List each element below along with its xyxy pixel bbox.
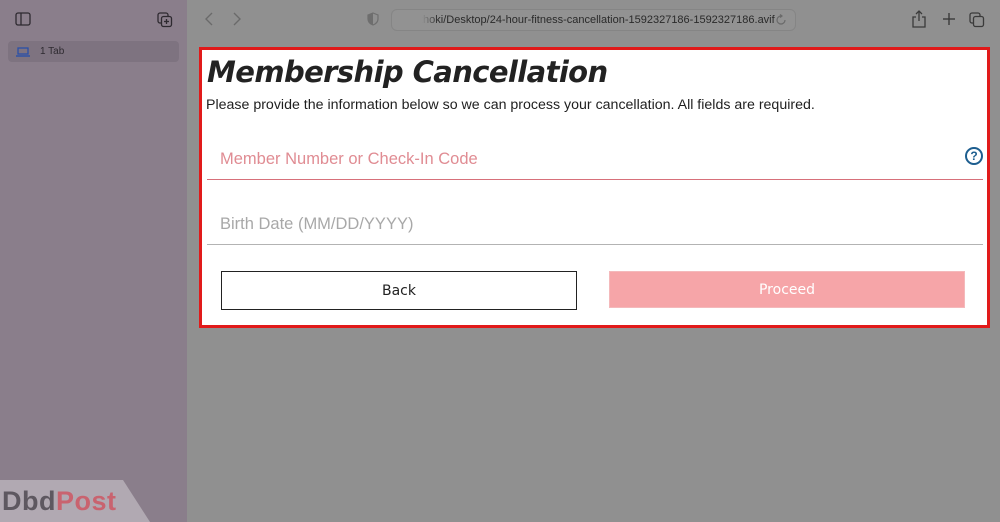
shield-icon[interactable]	[367, 12, 379, 26]
member-number-input[interactable]	[207, 145, 947, 173]
browser-sidebar: 1 Tab Dbd Post	[0, 0, 187, 522]
tabs-overview-icon[interactable]	[969, 10, 985, 28]
reload-icon[interactable]	[775, 14, 787, 26]
url-text: thoki/Desktop/24-hour-fitness-cancellati…	[420, 14, 775, 26]
member-number-field: ?	[207, 135, 983, 180]
cancellation-form-panel: Membership Cancellation Please provide t…	[199, 47, 990, 328]
new-tab-group-icon[interactable]	[157, 12, 173, 28]
watermark-text-post: Post	[55, 485, 117, 516]
watermark-logo: Dbd Post	[0, 480, 150, 522]
browser-toolbar: thoki/Desktop/24-hour-fitness-cancellati…	[187, 0, 1000, 40]
back-icon[interactable]	[204, 12, 214, 26]
birth-date-input[interactable]	[207, 210, 947, 238]
tab-group-label: 1 Tab	[40, 46, 65, 57]
address-bar[interactable]: thoki/Desktop/24-hour-fitness-cancellati…	[391, 9, 796, 31]
form-instructions: Please provide the information below so …	[206, 97, 815, 113]
sidebar-tab-group[interactable]: 1 Tab	[8, 41, 179, 62]
proceed-button[interactable]: Proceed	[609, 271, 965, 308]
help-icon[interactable]: ?	[965, 147, 983, 165]
share-icon[interactable]	[911, 10, 927, 28]
page-title: Membership Cancellation	[207, 55, 608, 89]
watermark-text-dbd: Dbd	[2, 485, 56, 516]
sidebar-toggle-icon[interactable]	[15, 12, 31, 26]
url-fade	[398, 12, 438, 28]
back-button[interactable]: Back	[221, 271, 577, 310]
laptop-icon	[16, 46, 30, 57]
forward-icon[interactable]	[232, 12, 242, 26]
birth-date-field	[207, 200, 983, 245]
plus-icon[interactable]	[941, 10, 957, 28]
